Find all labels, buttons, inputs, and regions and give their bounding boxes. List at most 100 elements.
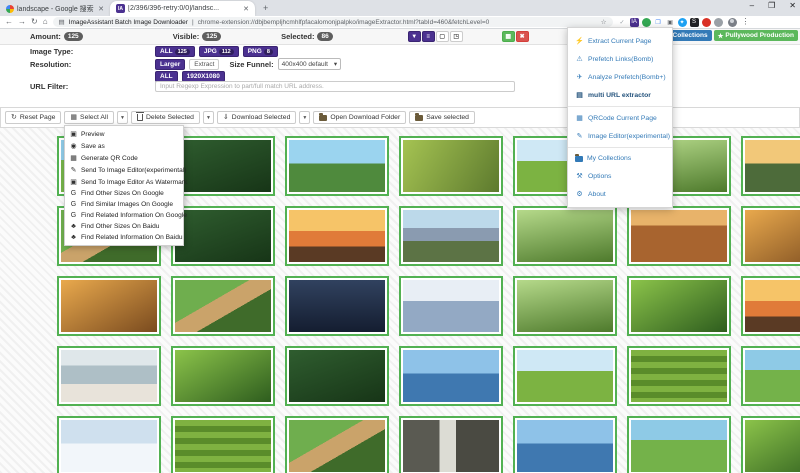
- context-menu-item[interactable]: ▦Generate QR Code: [65, 152, 183, 164]
- close-panel-button[interactable]: ✖: [516, 31, 529, 42]
- thumbnail-selected[interactable]: [285, 136, 389, 196]
- reload-icon[interactable]: ↻: [31, 18, 38, 26]
- url-filter-input[interactable]: Input Regexp Expression to part/full mat…: [155, 81, 515, 92]
- adblock-icon[interactable]: [702, 18, 711, 27]
- tab-close-icon[interactable]: ✕: [243, 5, 249, 13]
- thumbnail-selected[interactable]: [171, 136, 275, 196]
- context-menu-item[interactable]: ♣Find Other Sizes On Baidu: [65, 221, 183, 232]
- list-view-button[interactable]: ≡: [422, 31, 435, 42]
- context-menu-item[interactable]: ✎Send To Image Editor(experimental): [65, 164, 183, 176]
- thumbnail-selected[interactable]: [57, 346, 161, 406]
- save-selected-button[interactable]: Save selected: [409, 111, 475, 124]
- pullywood-production-button[interactable]: ★Pullywood Production: [714, 30, 798, 41]
- chrome-menu-icon[interactable]: ⋮: [742, 18, 750, 26]
- thumbnail-selected[interactable]: [399, 416, 503, 473]
- menu-item-analyze-prefetch-bomb-[interactable]: ✈Analyze Prefetch(Bomb+): [568, 68, 672, 86]
- image-assistant-icon[interactable]: IA: [630, 18, 639, 27]
- menu-item-label: Prefetch Links(Bomb): [588, 56, 653, 63]
- thumbnail-selected[interactable]: [627, 276, 731, 336]
- image-type-jpg-button[interactable]: JPG112: [199, 46, 239, 57]
- thumbnail-selected[interactable]: [399, 206, 503, 266]
- thumbnail-selected[interactable]: [171, 346, 275, 406]
- context-menu-item[interactable]: ♣Find Related Information On Baidu: [65, 232, 183, 243]
- page-mode-button[interactable]: ▢: [436, 31, 449, 42]
- image-type-png-button[interactable]: PNG8: [243, 46, 278, 57]
- thumbnail-selected[interactable]: [513, 346, 617, 406]
- home-icon[interactable]: ⌂: [43, 18, 48, 26]
- menu-item-my-collections[interactable]: My Collections: [568, 150, 672, 167]
- thumbnail-selected[interactable]: [741, 136, 800, 196]
- context-menu-item[interactable]: ◉Save as: [65, 140, 183, 152]
- menu-separator: [568, 147, 672, 148]
- thumbnail-selected[interactable]: [741, 276, 800, 336]
- menu-item-prefetch-links-bomb-[interactable]: ⚠Prefetch Links(Bomb): [568, 50, 672, 68]
- thumbnail-selected[interactable]: [285, 276, 389, 336]
- larger-button[interactable]: Larger: [155, 59, 185, 70]
- new-tab-button[interactable]: +: [255, 3, 276, 13]
- tab-close-icon[interactable]: ✕: [98, 5, 104, 13]
- context-menu-item[interactable]: ▣Preview: [65, 128, 183, 140]
- menu-item-multi-url-extractor[interactable]: ▤multi URL extractor: [568, 86, 672, 104]
- bookmark-star-icon[interactable]: ☆: [601, 18, 607, 26]
- thumbnail-selected[interactable]: [285, 206, 389, 266]
- thumbnail-selected[interactable]: [513, 276, 617, 336]
- delete-selected-button-dropdown-caret[interactable]: ▼: [203, 111, 214, 124]
- thumbnail-selected[interactable]: [513, 206, 617, 266]
- context-menu-item[interactable]: ▣Send To Image Editor As Watermark: [65, 176, 183, 188]
- thumbnail-selected[interactable]: [513, 416, 617, 473]
- delete-selected-button[interactable]: Delete Selected: [131, 111, 200, 124]
- reset-page-button[interactable]: ↻Reset Page: [5, 111, 61, 124]
- menu-item-extract-current-page[interactable]: ⚡Extract Current Page: [568, 32, 672, 50]
- thumbnail-selected[interactable]: [399, 276, 503, 336]
- thumbnail-selected[interactable]: [171, 416, 275, 473]
- thumbnail-selected[interactable]: [399, 346, 503, 406]
- menu-item-options[interactable]: ⚒Options: [568, 167, 672, 185]
- browser-tab-image-extractor[interactable]: IA [2/396/396-retry:0/0]/landsc... ✕: [110, 1, 255, 16]
- thumbnail-selected[interactable]: [741, 346, 800, 406]
- thumbnail-selected[interactable]: [627, 416, 731, 473]
- close-button[interactable]: ✕: [789, 1, 796, 10]
- browser-tab-google-search[interactable]: landscape - Google 搜索 ✕: [0, 1, 110, 16]
- size-funnel-select[interactable]: 400x400 default ▾: [278, 58, 342, 70]
- open-download-folder-button[interactable]: Open Download Folder: [313, 111, 406, 124]
- thumbnail-selected[interactable]: [171, 276, 275, 336]
- dark-s-icon[interactable]: S: [690, 18, 699, 27]
- thumbnail-selected[interactable]: [741, 206, 800, 266]
- check-icon[interactable]: ✓: [618, 18, 627, 27]
- maximize-button[interactable]: ❐: [768, 1, 775, 10]
- menu-item-image-editor-experimental-[interactable]: ✎Image Editor(experimental): [568, 127, 672, 145]
- menu-item-about[interactable]: ⚙About: [568, 185, 672, 203]
- thumbnail-selected[interactable]: [399, 136, 503, 196]
- profile-avatar[interactable]: [728, 18, 737, 27]
- gray-dot-icon[interactable]: [714, 18, 723, 27]
- forward-icon[interactable]: →: [18, 18, 26, 26]
- copy-pages-icon[interactable]: ❐: [654, 18, 663, 27]
- back-icon[interactable]: ←: [5, 18, 13, 26]
- omnibox[interactable]: ▤ ImageAssistant Batch Image Downloader …: [53, 17, 613, 27]
- grid-view-button[interactable]: ▦: [502, 31, 515, 42]
- bird-icon[interactable]: ✦: [678, 18, 687, 27]
- thumbnail-selected[interactable]: [57, 276, 161, 336]
- menu-item-qrcode-current-page[interactable]: ▦QRCode Current Page: [568, 109, 672, 127]
- thumbnail-selected[interactable]: [627, 346, 731, 406]
- download-selected-button-dropdown-caret[interactable]: ▼: [299, 111, 310, 124]
- image-type-all-button[interactable]: ALL125: [155, 46, 195, 57]
- filter-toggle-button[interactable]: ▼: [408, 31, 421, 42]
- thumbnail-selected[interactable]: [285, 346, 389, 406]
- select-all-button-dropdown-caret[interactable]: ▼: [117, 111, 128, 124]
- extract-button[interactable]: Extract: [189, 59, 219, 70]
- thumbnail-selected[interactable]: [285, 416, 389, 473]
- photos-icon[interactable]: ▣: [666, 18, 675, 27]
- download-icon: ⇓: [223, 114, 229, 121]
- context-menu-item[interactable]: GFind Similar Images On Google: [65, 199, 183, 210]
- minimize-button[interactable]: –: [750, 1, 754, 10]
- green-dot-icon[interactable]: [642, 18, 651, 27]
- context-menu-item[interactable]: GFind Other Sizes On Google: [65, 188, 183, 199]
- select-all-button[interactable]: ▦Select All: [64, 111, 114, 124]
- download-selected-button[interactable]: ⇓Download Selected: [217, 111, 296, 124]
- thumbnail-selected[interactable]: [57, 416, 161, 473]
- thumbnail-selected[interactable]: [741, 416, 800, 473]
- locate-button[interactable]: ◳: [450, 31, 463, 42]
- thumbnail-selected[interactable]: [627, 206, 731, 266]
- context-menu-item[interactable]: GFind Related Information On Google: [65, 210, 183, 221]
